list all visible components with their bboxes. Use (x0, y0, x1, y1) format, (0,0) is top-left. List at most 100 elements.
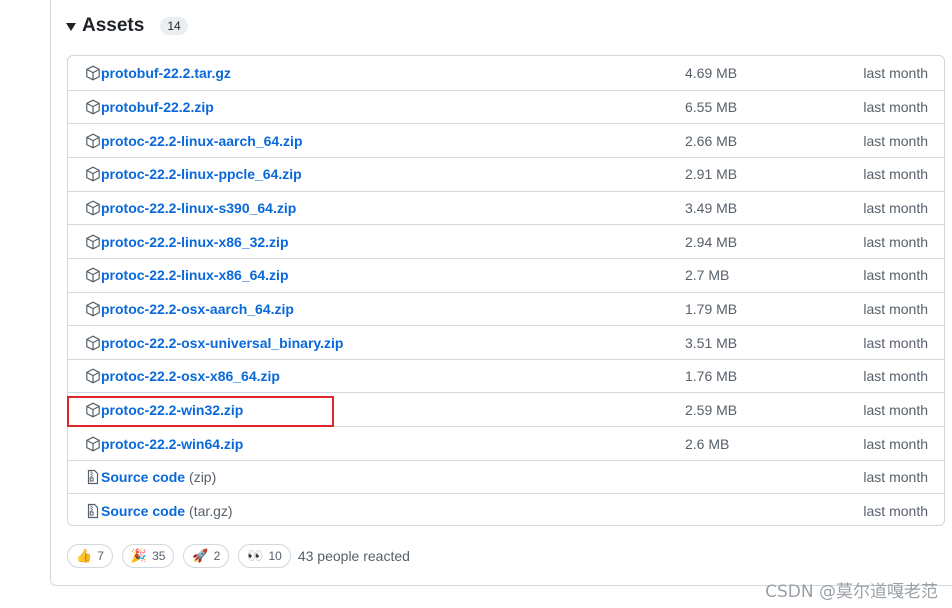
rocket-icon: 🚀 (192, 548, 209, 563)
asset-row: protoc-22.2-linux-x86_32.zip 2.94 MB last … (68, 224, 944, 258)
package-icon (85, 133, 101, 149)
asset-row: protobuf-22.2.zip 6.55 MB last month (68, 89, 944, 124)
asset-date: last month (863, 64, 928, 81)
package-icon (85, 166, 101, 182)
asset-link[interactable]: protobuf-22.2.tar.gz (85, 56, 231, 89)
caret-down-icon (66, 23, 76, 31)
asset-link[interactable]: protoc-22.2-osx-x86_64.zip (85, 360, 280, 393)
asset-link[interactable]: protoc-22.2-linux-x86_32.zip (85, 225, 289, 258)
asset-name: protoc-22.2-linux-x86_32.zip (101, 233, 289, 250)
asset-size: 2.6 MB (685, 435, 730, 452)
package-icon (85, 436, 101, 452)
package-icon (85, 200, 101, 216)
asset-link[interactable]: protoc-22.2-osx-universal_binary.zip (85, 326, 343, 359)
asset-row: protoc-22.2-osx-x86_64.zip 1.76 MB last mo… (68, 358, 944, 393)
asset-name: protoc-22.2-osx-universal_binary.zip (101, 334, 344, 351)
asset-date: last month (863, 401, 928, 418)
package-icon (85, 99, 101, 115)
asset-link[interactable]: protoc-22.2-linux-s390_64.zip (85, 192, 296, 225)
asset-link[interactable]: protoc-22.2-win64.zip (85, 427, 243, 460)
asset-name: Source code (101, 469, 186, 486)
eyes-icon: 👀 (247, 548, 264, 563)
hooray-icon: 🎉 (130, 548, 148, 563)
asset-link[interactable]: Source code (zip) (85, 461, 216, 494)
asset-date: last month (863, 301, 928, 317)
reactions-summary: 43 people reacted (297, 548, 410, 564)
assets-title: Assets (82, 15, 145, 36)
reaction-button[interactable]: 👀 10 (238, 544, 291, 568)
asset-date: last month (863, 502, 928, 519)
asset-name: Source code (101, 502, 186, 519)
package-icon (85, 335, 101, 351)
asset-link[interactable]: protoc-22.2-linux-ppcle_64.zip (85, 158, 302, 191)
asset-row: protoc-22.2-osx-aarch_64.zip 1.79 MB last … (68, 291, 944, 326)
asset-name: protoc-22.2-linux-s390_64.zip (101, 200, 297, 217)
package-icon (85, 368, 101, 384)
asset-link[interactable]: protoc-22.2-linux-aarch_64.zip (85, 124, 303, 157)
asset-link[interactable]: protoc-22.2-osx-aarch_64.zip (85, 293, 294, 326)
asset-size: 1.79 MB (685, 301, 738, 317)
asset-name: protoc-22.2-linux-aarch_64.zip (101, 132, 303, 149)
asset-row: protoc-22.2-linux-x86_64.zip 2.7 MB last m… (68, 257, 944, 292)
asset-link[interactable]: protobuf-22.2.zip (85, 91, 214, 124)
thumbs-up-icon: 👍 (76, 548, 93, 563)
asset-link[interactable]: Source code (tar.gz) (85, 494, 233, 525)
asset-size: 4.69 MB (685, 64, 738, 81)
asset-link[interactable]: protoc-22.2-win32.zip (85, 393, 243, 426)
asset-name: protoc-22.2-linux-x86_64.zip (101, 267, 289, 284)
package-icon (85, 234, 101, 250)
asset-size: 1.76 MB (685, 368, 738, 385)
asset-size: 2.59 MB (685, 401, 738, 418)
reaction-count: 35 (152, 549, 166, 563)
asset-row: Source code (tar.gz) last month (68, 493, 944, 525)
file-zip-icon (85, 469, 101, 485)
asset-size: 3.51 MB (685, 334, 738, 351)
asset-date: last month (863, 334, 928, 351)
assets-count-badge: 14 (160, 17, 188, 35)
asset-size: 3.49 MB (685, 200, 738, 217)
assets-toggle[interactable]: Assets 14 (66, 12, 188, 40)
reaction-button[interactable]: 🚀 2 (183, 544, 230, 568)
assets-list: protobuf-22.2.tar.gz 4.69 MB last month pro… (67, 55, 945, 526)
asset-row: protoc-22.2-linux-ppcle_64.zip 2.91 MB las… (68, 156, 944, 191)
asset-date: last month (863, 200, 928, 217)
watermark: CSDN @莫尔道嘎老范 (765, 582, 938, 602)
asset-row: protoc-22.2-linux-aarch_64.zip 2.66 MB las… (68, 123, 944, 157)
reaction-count: 10 (268, 549, 282, 563)
asset-name: protobuf-22.2.zip (101, 99, 214, 116)
reactions-bar: 👍 7 🎉 35 🚀 2 👀 10 43 people reacted (67, 543, 410, 569)
reaction-button[interactable]: 🎉 35 (121, 544, 175, 568)
asset-name: protobuf-22.2.tar.gz (101, 64, 231, 81)
asset-row: protobuf-22.2.tar.gz 4.69 MB last month (68, 56, 944, 90)
asset-date: last month (863, 166, 928, 183)
asset-size: 6.55 MB (685, 99, 738, 116)
asset-extension: (zip) (189, 469, 217, 486)
asset-name: protoc-22.2-osx-aarch_64.zip (101, 301, 294, 317)
package-icon (85, 65, 101, 81)
asset-date: last month (863, 233, 928, 250)
reaction-count: 7 (97, 549, 104, 563)
asset-row: protoc-22.2-win64.zip 2.6 MB last month (68, 426, 944, 460)
asset-date: last month (863, 368, 928, 385)
asset-extension: (tar.gz) (189, 502, 233, 519)
asset-link[interactable]: protoc-22.2-linux-x86_64.zip (85, 259, 289, 292)
asset-name: protoc-22.2-osx-x86_64.zip (101, 368, 280, 385)
asset-size: 2.91 MB (685, 166, 738, 183)
asset-date: last month (863, 469, 928, 486)
package-icon (85, 267, 101, 283)
asset-date: last month (863, 132, 928, 149)
asset-row: protoc-22.2-win32.zip 2.59 MB last month (68, 392, 944, 426)
package-icon (85, 301, 101, 317)
asset-date: last month (863, 435, 928, 452)
asset-name: protoc-22.2-win32.zip (101, 401, 244, 418)
file-zip-icon (85, 503, 101, 519)
asset-name: protoc-22.2-win64.zip (101, 435, 244, 452)
asset-row: protoc-22.2-linux-s390_64.zip 3.49 MB last… (68, 190, 944, 225)
asset-size: 2.66 MB (685, 132, 738, 149)
asset-name: protoc-22.2-linux-ppcle_64.zip (101, 166, 302, 183)
asset-date: last month (863, 267, 928, 284)
asset-row: protoc-22.2-osx-universal_binary.zip 3.51… (68, 325, 944, 359)
package-icon (85, 402, 101, 418)
asset-size: 2.94 MB (685, 233, 738, 250)
reaction-button[interactable]: 👍 7 (67, 544, 113, 568)
